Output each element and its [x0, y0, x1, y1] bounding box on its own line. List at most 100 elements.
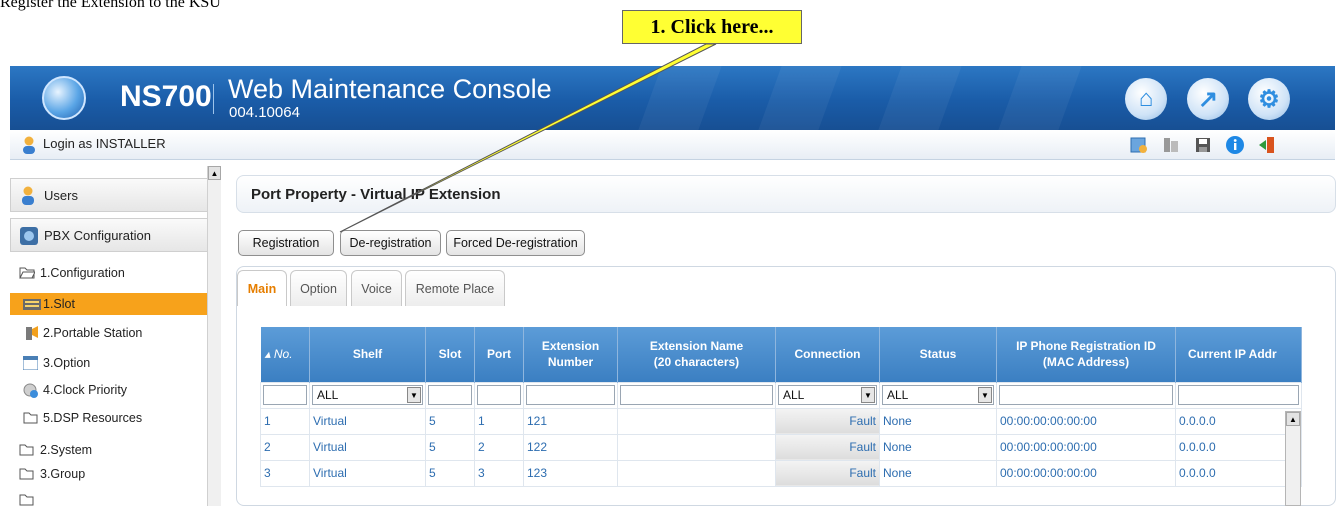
forced-deregistration-button[interactable]: Forced De-registration [446, 230, 585, 256]
cell-shelf: Virtual [309, 459, 426, 487]
open-folder-icon [19, 267, 35, 279]
login-status: Login as INSTALLER [43, 136, 166, 151]
sidebar-item-clock-priority[interactable]: 4.Clock Priority [10, 379, 213, 401]
sidebar-item-option[interactable]: 3.Option [10, 352, 213, 374]
cell-ip: 0.0.0.0 [1175, 433, 1302, 461]
save-icon[interactable] [1192, 134, 1214, 156]
tools-icon[interactable]: ↗ [1187, 78, 1229, 120]
settings-gear-icon[interactable]: ⚙ [1248, 78, 1290, 120]
sidebar-item-group[interactable]: 3.Group [10, 463, 213, 485]
sidebar-item-slot[interactable]: 1.Slot [10, 293, 213, 315]
sidebar-item-label: 3.Group [40, 467, 86, 481]
home-icon[interactable]: ⌂ [1125, 78, 1167, 120]
table-row[interactable]: 2 Virtual 5 2 122 Fault None 00:00:00:00… [260, 433, 1302, 461]
sidebar-scrollbar[interactable]: ▲ [207, 166, 221, 506]
app-banner: NS700 Web Maintenance Console 004.10064 … [10, 66, 1335, 130]
sidebar-item-label: 5.DSP Resources [43, 411, 143, 425]
tab-main[interactable]: Main [237, 270, 287, 306]
folder-icon [19, 444, 34, 456]
filter-mac-input[interactable] [999, 385, 1173, 405]
table-scrollbar[interactable]: ▲ [1285, 411, 1301, 506]
cell-extension-name[interactable] [617, 407, 776, 435]
sidebar-item-label: PBX Configuration [44, 227, 151, 243]
calendar-clock-icon[interactable] [1128, 134, 1150, 156]
sidebar-item-label: 3.Option [43, 356, 91, 370]
scroll-up-arrow-icon[interactable]: ▲ [1286, 412, 1300, 426]
sidebar-item-users[interactable]: Users [10, 178, 213, 212]
sidebar-item-portable-station[interactable]: 2.Portable Station [10, 322, 213, 344]
cell-extension-number[interactable]: 122 [523, 433, 618, 461]
sidebar-item-configuration[interactable]: 1.Configuration [10, 262, 213, 284]
column-header-connection[interactable]: Connection [775, 327, 880, 382]
folder-icon [19, 468, 34, 480]
cell-slot: 5 [425, 433, 475, 461]
column-header-mac-address[interactable]: IP Phone Registration ID (MAC Address) [996, 327, 1176, 382]
user-icon [23, 136, 35, 154]
filter-connection-select[interactable]: ALL ▼ [778, 385, 877, 405]
cell-no: 2 [260, 433, 310, 461]
sidebar-item-pbx-configuration[interactable]: PBX Configuration [10, 218, 213, 252]
scroll-up-arrow-icon[interactable]: ▲ [208, 166, 221, 180]
registration-button[interactable]: Registration [238, 230, 334, 256]
info-icon[interactable] [1224, 134, 1246, 156]
logout-icon[interactable] [1256, 134, 1278, 156]
cell-mac: 00:00:00:00:00:00 [996, 433, 1176, 461]
portable-station-icon [26, 326, 38, 340]
column-header-current-ip[interactable]: Current IP Addr [1175, 327, 1302, 382]
table-header-row: ▴ No. Shelf Slot Port Extension Number Ex… [260, 327, 1302, 382]
folder-icon [19, 494, 34, 506]
tab-voice[interactable]: Voice [351, 270, 402, 306]
cell-extension-name[interactable] [617, 433, 776, 461]
filter-slot-input[interactable] [428, 385, 472, 405]
sidebar: Users PBX Configuration 1.Configuration … [10, 166, 217, 506]
filter-name-input[interactable] [620, 385, 773, 405]
column-header-no[interactable]: ▴ No. [260, 327, 310, 382]
filter-shelf-select[interactable]: ALL ▼ [312, 385, 423, 405]
chevron-down-icon[interactable]: ▼ [407, 387, 421, 403]
chevron-down-icon[interactable]: ▼ [978, 387, 992, 403]
cell-connection: Fault [775, 433, 880, 461]
cell-port: 3 [474, 459, 524, 487]
cell-shelf: Virtual [309, 433, 426, 461]
table-row[interactable]: 1 Virtual 5 1 121 Fault None 00:00:00:00… [260, 407, 1302, 435]
login-bar: Login as INSTALLER [10, 130, 1335, 160]
cell-mac: 00:00:00:00:00:00 [996, 407, 1176, 435]
column-header-slot[interactable]: Slot [425, 327, 475, 382]
sidebar-item-label: 2.Portable Station [43, 326, 143, 340]
version-number: 004.10064 [229, 104, 300, 121]
sidebar-item-partial[interactable] [10, 489, 213, 511]
filter-status-select[interactable]: ALL ▼ [882, 385, 994, 405]
filter-port-input[interactable] [477, 385, 521, 405]
phone-icon[interactable] [1160, 134, 1182, 156]
cell-extension-name[interactable] [617, 459, 776, 487]
column-header-extension-name[interactable]: Extension Name (20 characters) [617, 327, 776, 382]
clock-icon [23, 383, 38, 398]
filter-extension-input[interactable] [526, 385, 615, 405]
brand-name: NS700 [120, 80, 212, 113]
cell-slot: 5 [425, 407, 475, 435]
sidebar-item-system[interactable]: 2.System [10, 439, 213, 461]
cell-extension-number[interactable]: 123 [523, 459, 618, 487]
sidebar-item-label: 1.Configuration [40, 266, 125, 280]
column-header-shelf[interactable]: Shelf [309, 327, 426, 382]
users-icon [22, 186, 34, 205]
cell-connection: Fault [775, 459, 880, 487]
console-title: Web Maintenance Console [228, 74, 552, 104]
filter-no-input[interactable] [263, 385, 307, 405]
slot-icon [23, 299, 41, 310]
chevron-down-icon[interactable]: ▼ [861, 387, 875, 403]
tab-remote-place[interactable]: Remote Place [405, 270, 505, 306]
pbx-icon [20, 227, 38, 245]
column-header-extension-number[interactable]: Extension Number [523, 327, 618, 382]
cell-port: 2 [474, 433, 524, 461]
tab-option[interactable]: Option [290, 270, 347, 306]
filter-ip-input[interactable] [1178, 385, 1299, 405]
column-header-status[interactable]: Status [879, 327, 997, 382]
cell-status: None [879, 459, 997, 487]
table-row[interactable]: 3 Virtual 5 3 123 Fault None 00:00:00:00… [260, 459, 1302, 487]
cell-extension-number[interactable]: 121 [523, 407, 618, 435]
column-header-port[interactable]: Port [474, 327, 524, 382]
sidebar-item-dsp-resources[interactable]: 5.DSP Resources [10, 407, 213, 429]
cell-port: 1 [474, 407, 524, 435]
deregistration-button[interactable]: De-registration [340, 230, 441, 256]
